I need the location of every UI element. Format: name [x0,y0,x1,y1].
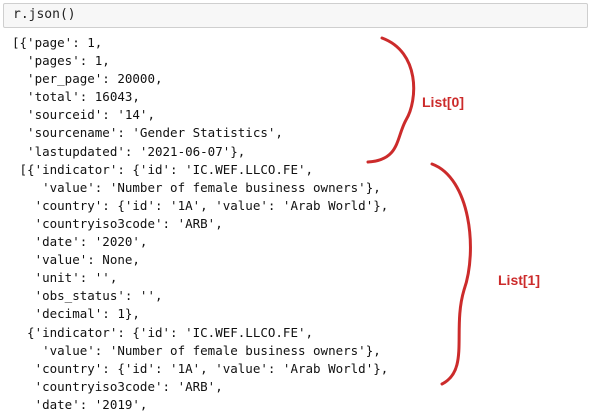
output-line: 'value': 'Number of female business owne… [12,342,381,358]
output-line: 'country': {'id': '1A', 'value': 'Arab W… [12,197,389,213]
output-line: 'value': None, [12,252,140,268]
json-output: [{'page': 1, 'pages': 1, 'per_page': 200… [12,34,388,414]
output-line: 'sourcename': 'Gender Statistics', [12,125,283,141]
output-line: 'unit': '', [12,270,118,286]
list0-label: List[0] [422,94,464,110]
code-input-cell[interactable]: r.json() [3,3,588,28]
output-line: 'date': '2020', [12,234,148,250]
output-line: 'country': {'id': '1A', 'value': 'Arab W… [12,360,389,376]
output-line: 'countryiso3code': 'ARB', [12,378,223,394]
list1-label: List[1] [498,272,540,288]
list1-bracket [430,162,472,386]
output-line: 'sourceid': '14', [12,107,155,123]
code-input-text: r.json() [13,7,76,22]
output-line: 'lastupdated': '2021-06-07'}, [12,143,246,159]
output-line: 'value': 'Number of female business owne… [12,179,381,195]
output-line: [{'indicator': {'id': 'IC.WEF.LLCO.FE', [12,161,314,177]
output-line: 'obs_status': '', [12,288,163,304]
output-line: 'per_page': 20000, [12,71,163,87]
output-line: 'pages': 1, [12,53,110,69]
output-line: 'decimal': 1}, [12,306,140,322]
output-line: [{'page': 1, [12,35,103,50]
output-line: 'date': '2019', [12,396,148,412]
output-line: 'total': 16043, [12,89,140,105]
output-line: 'countryiso3code': 'ARB', [12,215,223,231]
output-line: {'indicator': {'id': 'IC.WEF.LLCO.FE', [12,324,314,340]
